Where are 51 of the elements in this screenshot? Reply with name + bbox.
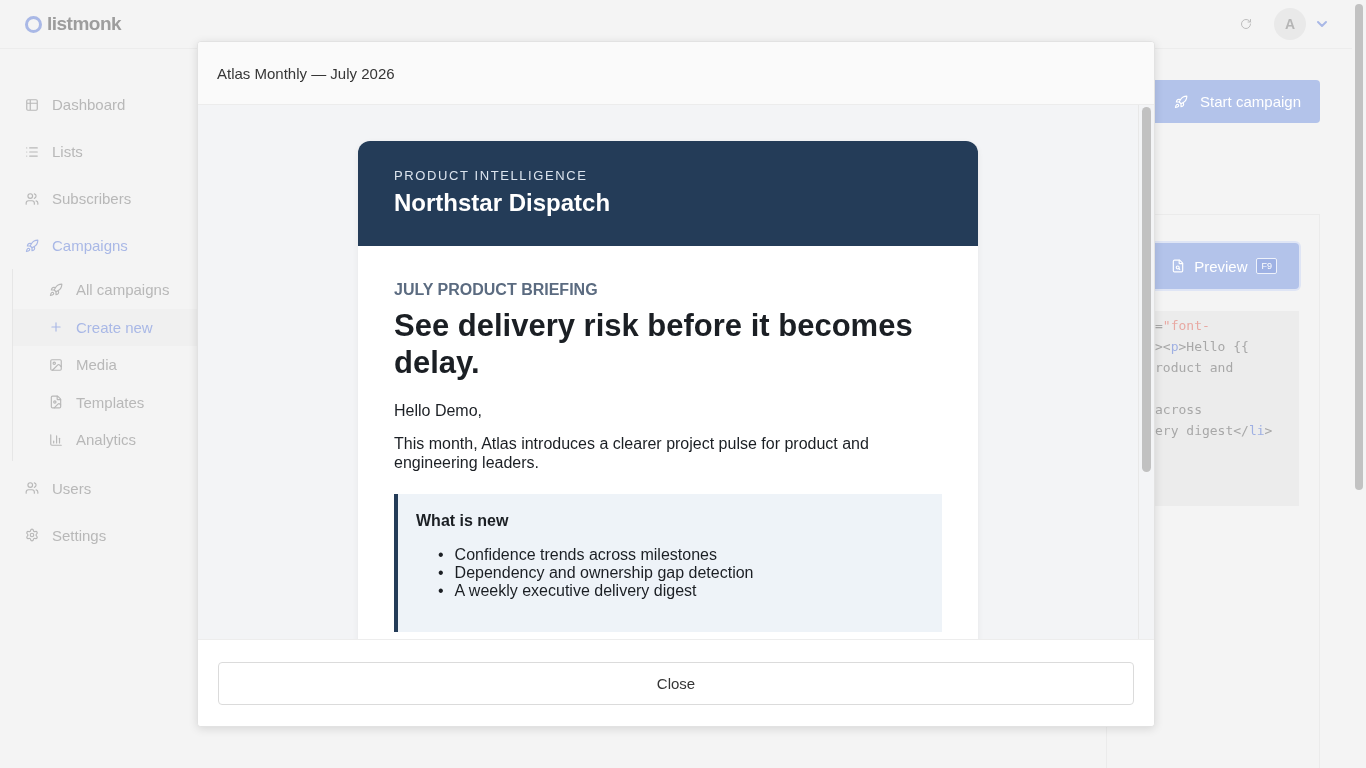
nav-icon [25, 481, 39, 495]
logo: listmonk [47, 13, 122, 35]
kicker-text: JULY PRODUCT BRIEFING [394, 281, 599, 299]
sidebar-subitem[interactable]: Templates [13, 383, 200, 421]
bullet: • [438, 582, 444, 600]
modal-title: Atlas Monthly — July 2026 [217, 64, 395, 82]
refresh-icon[interactable] [1240, 18, 1252, 30]
scrollbar-thumb[interactable] [1355, 4, 1363, 490]
intro-paragraph: This month, Atlas introduces a clearer project pulse for product and engineering leaders. [394, 434, 870, 472]
sidebar-subitem[interactable]: Create new [13, 308, 200, 346]
nav-icon [49, 432, 63, 447]
nav-icon [25, 528, 39, 542]
sidebar-subitem[interactable]: Media [13, 346, 200, 384]
callout-title: What is new [416, 512, 510, 530]
logo-icon [25, 15, 42, 33]
bullet: • [438, 564, 444, 582]
email-headline: See delivery risk before it becomes delay. [394, 307, 914, 381]
eyebrow-text: PRODUCT INTELLIGENCE [394, 168, 589, 183]
list-item: A weekly executive delivery digest [454, 582, 697, 600]
bullet: • [438, 546, 444, 564]
code-line: ery digest</li> [1155, 422, 1274, 440]
sidebar-item[interactable]: Dashboard [0, 81, 240, 128]
sidebar-item[interactable]: Users [0, 464, 240, 512]
list-item: Dependency and ownership gap detection [454, 564, 754, 582]
nav-icon [49, 320, 63, 335]
nav-icon [49, 395, 63, 410]
sidebar-subitem[interactable]: Analytics [13, 421, 200, 459]
sidebar-item[interactable]: Subscribers [0, 175, 240, 222]
code-line: ><p>Hello {{ [1155, 338, 1250, 356]
scrollbar-thumb[interactable] [1142, 107, 1151, 472]
nav-icon [25, 97, 39, 112]
sidebar-item[interactable]: Campaigns [0, 222, 240, 269]
code-line: roduct and [1155, 359, 1235, 377]
nav-icon [25, 191, 39, 206]
greeting-text: Hello Demo, [394, 401, 484, 420]
sidebar-subitem[interactable]: All campaigns [13, 271, 200, 309]
file-search-icon [1171, 259, 1186, 273]
brand-name: Northstar Dispatch [394, 189, 612, 217]
sidebar-item[interactable]: Settings [0, 511, 240, 559]
code-line: across [1155, 401, 1203, 419]
nav-icon [49, 357, 63, 372]
nav-icon [49, 282, 63, 297]
code-editor[interactable]: ="font- ><p>Hello {{ roduct and across ery digest</li> [1153, 311, 1299, 506]
list-item: Confidence trends across milestones [454, 546, 717, 564]
close-button[interactable]: Close [218, 662, 1134, 705]
nav-icon [25, 144, 39, 159]
rocket-icon [1174, 94, 1189, 109]
sidebar-item[interactable]: Lists [0, 128, 240, 175]
code-line: ="font- [1155, 317, 1211, 335]
nav-icon [25, 238, 39, 253]
shortcut-key: F9 [1256, 258, 1277, 274]
